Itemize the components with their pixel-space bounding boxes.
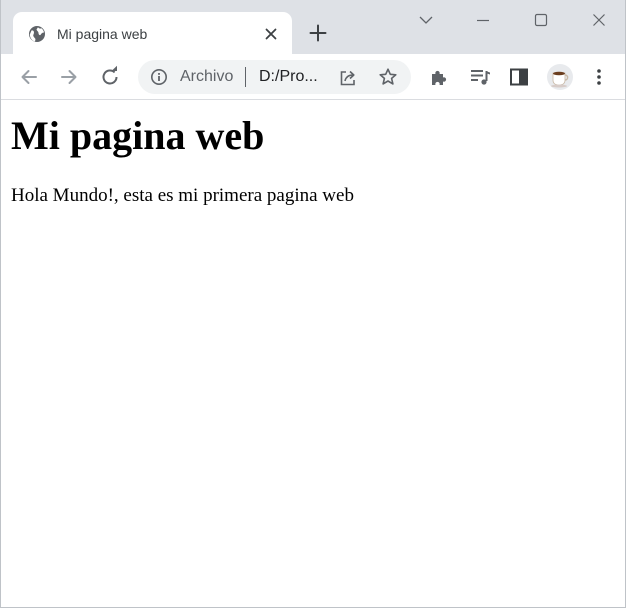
page-heading: Mi pagina web [11,113,265,158]
back-icon[interactable] [17,65,41,89]
side-panel-icon[interactable] [507,65,531,89]
tab-active[interactable]: Mi pagina web [13,12,292,54]
reload-icon[interactable] [98,65,122,89]
browser-window: Mi pagina web Archivo D:/Pro... Mi pagin… [0,0,626,608]
star-icon[interactable] [378,67,398,87]
profile-avatar[interactable] [546,63,574,91]
menu-icon[interactable] [587,65,611,89]
minimize-button[interactable] [471,10,495,30]
info-icon[interactable] [150,68,168,86]
share-icon[interactable] [338,68,358,88]
close-icon[interactable] [261,24,281,44]
media-control-icon[interactable] [468,65,492,89]
forward-icon[interactable] [57,65,81,89]
maximize-button[interactable] [529,10,553,30]
page-content: Mi pagina web Hola Mundo!, esta es mi pr… [1,100,625,607]
globe-icon [28,25,46,43]
new-tab-button[interactable] [306,21,330,45]
toolbar: Archivo D:/Pro... [1,54,625,100]
security-label[interactable]: Archivo [180,68,233,86]
page-paragraph: Hola Mundo!, esta es mi primera pagina w… [11,185,354,206]
chevron-down-icon[interactable] [414,10,438,30]
divider [245,67,246,87]
extensions-icon[interactable] [427,65,451,89]
tab-strip: Mi pagina web [1,0,625,54]
url-text[interactable]: D:/Pro... [259,68,318,86]
address-bar[interactable]: Archivo D:/Pro... [138,60,411,94]
tab-title: Mi pagina web [57,26,148,42]
close-window-button[interactable] [587,10,611,30]
